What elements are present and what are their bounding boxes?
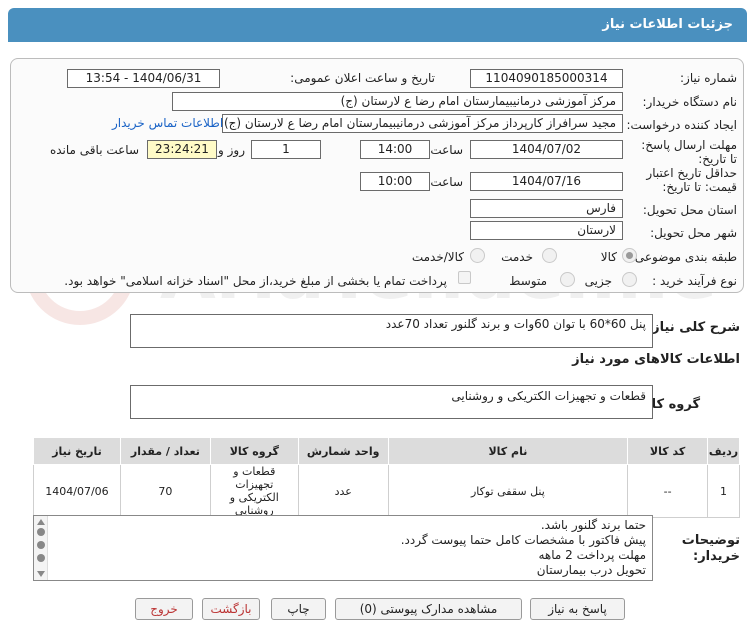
scrollbar-arrows-icon — [37, 519, 45, 577]
goods-table: ردیف کد کالا نام کالا واحد شمارش گروه کا… — [33, 437, 740, 518]
city-label: شهر محل تحویل: — [650, 226, 737, 240]
cell-date: 1404/07/06 — [33, 464, 121, 518]
process-radio-medium[interactable] — [560, 272, 575, 287]
treasury-checkbox[interactable] — [458, 271, 471, 284]
buyer-org-field: مرکز آموزشی درمانیبیمارستان امام رضا ع ل… — [172, 92, 623, 111]
category-option-goods: کالا — [600, 250, 617, 264]
view-attachments-button[interactable]: مشاهده مدارک پیوستی (0) — [335, 598, 522, 620]
creator-field: مجید سرافراز کارپرداز مرکز آموزشی درمانی… — [222, 114, 623, 133]
validity-time-field: 10:00 — [360, 172, 430, 191]
reply-button[interactable]: پاسخ به نیاز — [530, 598, 625, 620]
process-radio-minor[interactable] — [622, 272, 637, 287]
province-field: فارس — [470, 199, 623, 218]
summary-label: شرح کلی نیاز: — [646, 320, 740, 335]
deadline-label: مهلت ارسال پاسخ: تا تاریخ: — [641, 138, 737, 166]
process-label: نوع فرآیند خرید : — [652, 274, 737, 288]
col-header-name: نام کالا — [387, 437, 629, 465]
category-radio-goods[interactable] — [622, 248, 637, 263]
contact-buyer-link[interactable]: اطلاعات تماس خریدار — [112, 116, 223, 130]
buyer-note-line: پیش فاکتور با مشخصات کامل حتما پیوست گرد… — [400, 533, 646, 547]
page-title: جزئیات اطلاعات نیاز — [602, 17, 733, 32]
category-radio-service[interactable] — [542, 248, 557, 263]
buyer-org-label: نام دستگاه خریدار: — [642, 95, 738, 109]
col-header-code: کد کالا — [627, 437, 709, 465]
buyer-notes-field: حتما برند گلنور باشد. پیش فاکتور با مشخص… — [33, 515, 653, 581]
category-radio-both[interactable] — [470, 248, 485, 263]
cell-name: پنل سقفی توکار — [387, 464, 629, 518]
back-button[interactable]: بازگشت — [202, 598, 260, 620]
payment-note: پرداخت تمام یا بخشی از مبلغ خرید،از محل … — [64, 274, 447, 288]
deadline-time-label: ساعت — [430, 143, 463, 157]
validity-label: حداقل تاریخ اعتبار قیمت: تا تاریخ: — [646, 166, 737, 194]
days-field: 1 — [251, 140, 321, 159]
category-label: طبقه بندی موضوعی: — [630, 250, 737, 264]
announce-date-field: 1404/06/31 - 13:54 — [67, 69, 220, 88]
process-option-medium: متوسط — [509, 274, 547, 288]
category-option-both: کالا/خدمت — [411, 250, 464, 264]
remaining-time-field: 23:24:21 — [147, 140, 217, 159]
summary-field: پنل 60*60 با توان 60وات و برند گلنور تعد… — [130, 314, 653, 348]
announce-label: تاریخ و ساعت اعلان عمومی: — [290, 71, 435, 85]
col-header-qty: تعداد / مقدار — [119, 437, 211, 465]
cell-unit: عدد — [297, 464, 389, 518]
need-number-field: 1104090185000314 — [470, 69, 623, 88]
days-label: روز و — [218, 143, 245, 157]
validity-date-field: 1404/07/16 — [470, 172, 623, 191]
category-option-service: خدمت — [501, 250, 533, 264]
table-row: 1 -- پنل سقفی توکار عدد قطعات و تجهیزات … — [33, 464, 740, 518]
exit-button[interactable]: خروج — [135, 598, 193, 620]
creator-label: ایجاد کننده درخواست: — [626, 118, 737, 132]
cell-qty: 70 — [119, 464, 211, 518]
print-button[interactable]: چاپ — [271, 598, 326, 620]
deadline-date-field: 1404/07/02 — [470, 140, 623, 159]
cell-group: قطعات و تجهیزات الکتریکی و روشنایی — [209, 464, 299, 518]
process-option-minor: جزیی — [584, 274, 612, 288]
buyer-note-line: تحویل درب بیمارستان — [536, 563, 646, 577]
buyer-note-line: مهلت پرداخت 2 ماهه — [538, 548, 647, 562]
notes-scrollbar[interactable] — [34, 516, 48, 580]
cell-code: -- — [627, 464, 709, 518]
col-header-group: گروه کالا — [209, 437, 299, 465]
deadline-time-field: 14:00 — [360, 140, 430, 159]
buyer-notes-label: توضیحات خریدار: — [681, 533, 740, 564]
remaining-label: ساعت باقی مانده — [49, 143, 139, 157]
col-header-date: تاریخ نیاز — [33, 437, 121, 465]
buyer-note-line: حتما برند گلنور باشد. — [540, 518, 646, 532]
need-number-label: شماره نیاز: — [680, 71, 737, 85]
city-field: لارستان — [470, 221, 623, 240]
col-header-row: ردیف — [707, 437, 740, 465]
validity-time-label: ساعت — [430, 175, 463, 189]
cell-row: 1 — [707, 464, 740, 518]
province-label: استان محل تحویل: — [642, 203, 737, 217]
goods-group-field: قطعات و تجهیزات الکتریکی و روشنایی — [130, 385, 653, 419]
col-header-unit: واحد شمارش — [297, 437, 389, 465]
page-header: جزئیات اطلاعات نیاز — [8, 8, 747, 42]
goods-section-title: اطلاعات کالاهای مورد نیاز — [572, 352, 740, 367]
